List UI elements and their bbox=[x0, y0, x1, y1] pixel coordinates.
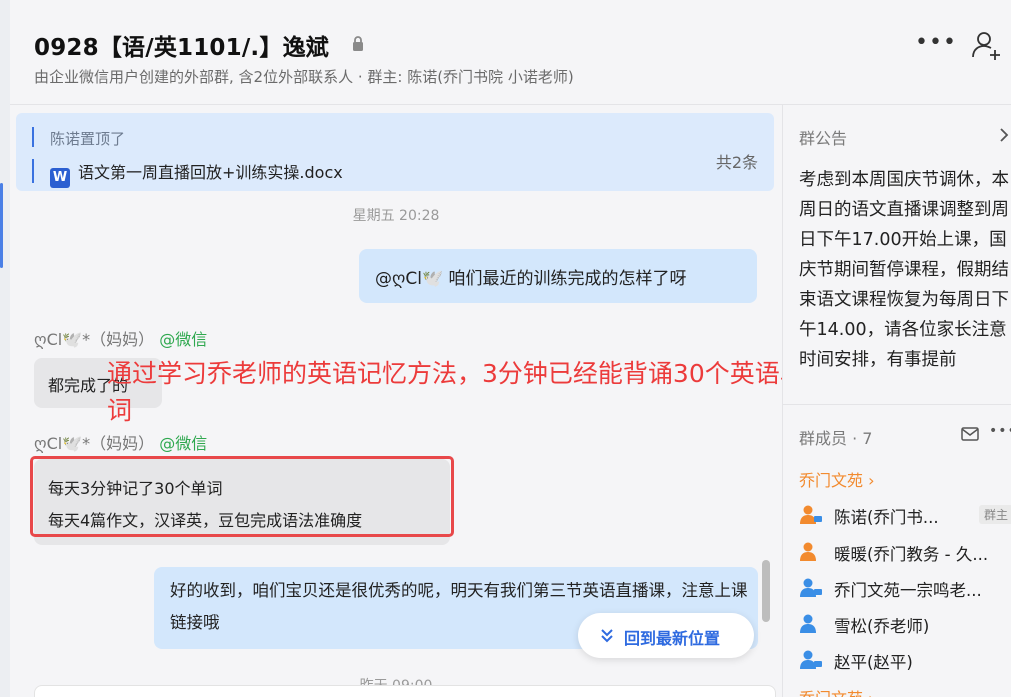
pinned-count[interactable]: 共2条 bbox=[716, 149, 758, 173]
message-text: @ღCl🕊️ 咱们最近的训练完成的怎样了呀 bbox=[375, 269, 687, 289]
group-info-panel: 群公告 考虑到本周国庆节调休，本周日的语文直播课调整到周日下午17.00开始上课… bbox=[783, 105, 1011, 697]
pinned-indicator-bar bbox=[32, 127, 34, 147]
member-name: 乔门文苑一宗鸣老... bbox=[834, 581, 982, 600]
members-more-icon[interactable]: ••• bbox=[989, 423, 1011, 439]
person-icon bbox=[800, 542, 816, 561]
sender-name: ღCl🕊️*（妈妈） bbox=[34, 330, 155, 349]
member-item[interactable]: 雪松(乔老师) bbox=[799, 611, 1009, 637]
owner-badge: 群主 bbox=[979, 505, 1011, 524]
chat-subtitle: 由企业微信用户创建的外部群, 含2位外部联系人 · 群主: 陈诺(乔门书院 小诺… bbox=[34, 68, 574, 86]
members-title: 群成员 · 7 bbox=[799, 429, 873, 448]
chat-header: 0928【语/英1101/.】逸斌 由企业微信用户创建的外部群, 含2位外部联系… bbox=[10, 0, 1011, 104]
member-item[interactable]: 赵平(赵平) bbox=[799, 647, 1009, 673]
pinned-file-link[interactable]: W 语文第一周直播回放+训练实操.docx bbox=[50, 159, 343, 188]
person-icon bbox=[800, 578, 822, 597]
member-item[interactable]: 暖暖(乔门教务 - 久... bbox=[799, 539, 1009, 565]
member-group-label[interactable]: 乔门文苑 › bbox=[799, 467, 875, 491]
mail-icon[interactable] bbox=[961, 427, 979, 441]
wechat-tag: @微信 bbox=[159, 330, 208, 349]
sender-name: ღCl🕊️*（妈妈） bbox=[34, 434, 155, 453]
jump-to-latest-label: 回到最新位置 bbox=[624, 629, 721, 648]
wechat-tag: @微信 bbox=[159, 434, 208, 453]
double-chevron-down-icon bbox=[601, 629, 613, 643]
left-sidebar-active-indicator bbox=[0, 183, 3, 268]
notice-title[interactable]: 群公告 bbox=[799, 125, 847, 149]
outgoing-message[interactable]: @ღCl🕊️ 咱们最近的训练完成的怎样了呀 bbox=[359, 249, 757, 303]
word-file-icon: W bbox=[50, 168, 70, 188]
member-item[interactable]: 乔门文苑一宗鸣老... bbox=[799, 575, 1009, 601]
more-options-icon[interactable]: ••• bbox=[915, 30, 957, 55]
pinned-file-name: 语文第一周直播回放+训练实操.docx bbox=[78, 163, 343, 182]
add-member-icon[interactable] bbox=[970, 30, 1004, 60]
member-name: 陈诺(乔门书... bbox=[834, 508, 939, 527]
message-input[interactable] bbox=[34, 685, 776, 697]
person-icon bbox=[800, 650, 822, 669]
member-name: 暖暖(乔门教务 - 久... bbox=[834, 545, 989, 564]
chat-message-area[interactable]: 陈诺置顶了 W 语文第一周直播回放+训练实操.docx 共2条 星期五 20:28… bbox=[10, 105, 782, 697]
member-item[interactable]: 陈诺(乔门书... 群主 bbox=[799, 502, 1011, 528]
member-name: 赵平(赵平) bbox=[834, 653, 913, 672]
person-icon bbox=[800, 614, 816, 633]
jump-to-latest-button[interactable]: 回到最新位置 bbox=[578, 613, 754, 658]
pinned-by-label: 陈诺置顶了 bbox=[50, 130, 126, 148]
overlay-annotation-text: 通过学习乔老师的英语记忆方法，3分钟已经能背诵30个英语单词 bbox=[107, 359, 782, 425]
pinned-message-banner[interactable]: 陈诺置顶了 W 语文第一周直播回放+训练实操.docx 共2条 bbox=[16, 113, 774, 191]
member-name: 雪松(乔老师) bbox=[834, 617, 930, 636]
pinned-indicator-bar bbox=[32, 159, 34, 183]
chat-scrollbar[interactable] bbox=[762, 560, 770, 622]
member-group-label[interactable]: 乔门文苑 › bbox=[799, 685, 875, 697]
member-group-name: 乔门文苑 bbox=[799, 471, 864, 490]
chevron-right-icon[interactable] bbox=[999, 127, 1009, 143]
left-sidebar-edge bbox=[0, 0, 10, 697]
lock-icon bbox=[353, 36, 363, 51]
sender-label: ღCl🕊️*（妈妈） @微信 bbox=[34, 326, 207, 350]
group-notice-text: 考虑到本周国庆节调休，本周日的语文直播课调整到周日下午17.00开始上课，国庆节… bbox=[799, 170, 1009, 370]
sender-label: ღCl🕊️*（妈妈） @微信 bbox=[34, 430, 207, 454]
panel-section-divider bbox=[783, 404, 1011, 405]
person-icon bbox=[800, 505, 822, 524]
message-timestamp: 星期五 20:28 bbox=[352, 208, 440, 224]
member-group-name: 乔门文苑 bbox=[799, 689, 863, 697]
chat-title: 0928【语/英1101/.】逸斌 bbox=[34, 35, 329, 61]
highlight-box bbox=[30, 456, 454, 537]
